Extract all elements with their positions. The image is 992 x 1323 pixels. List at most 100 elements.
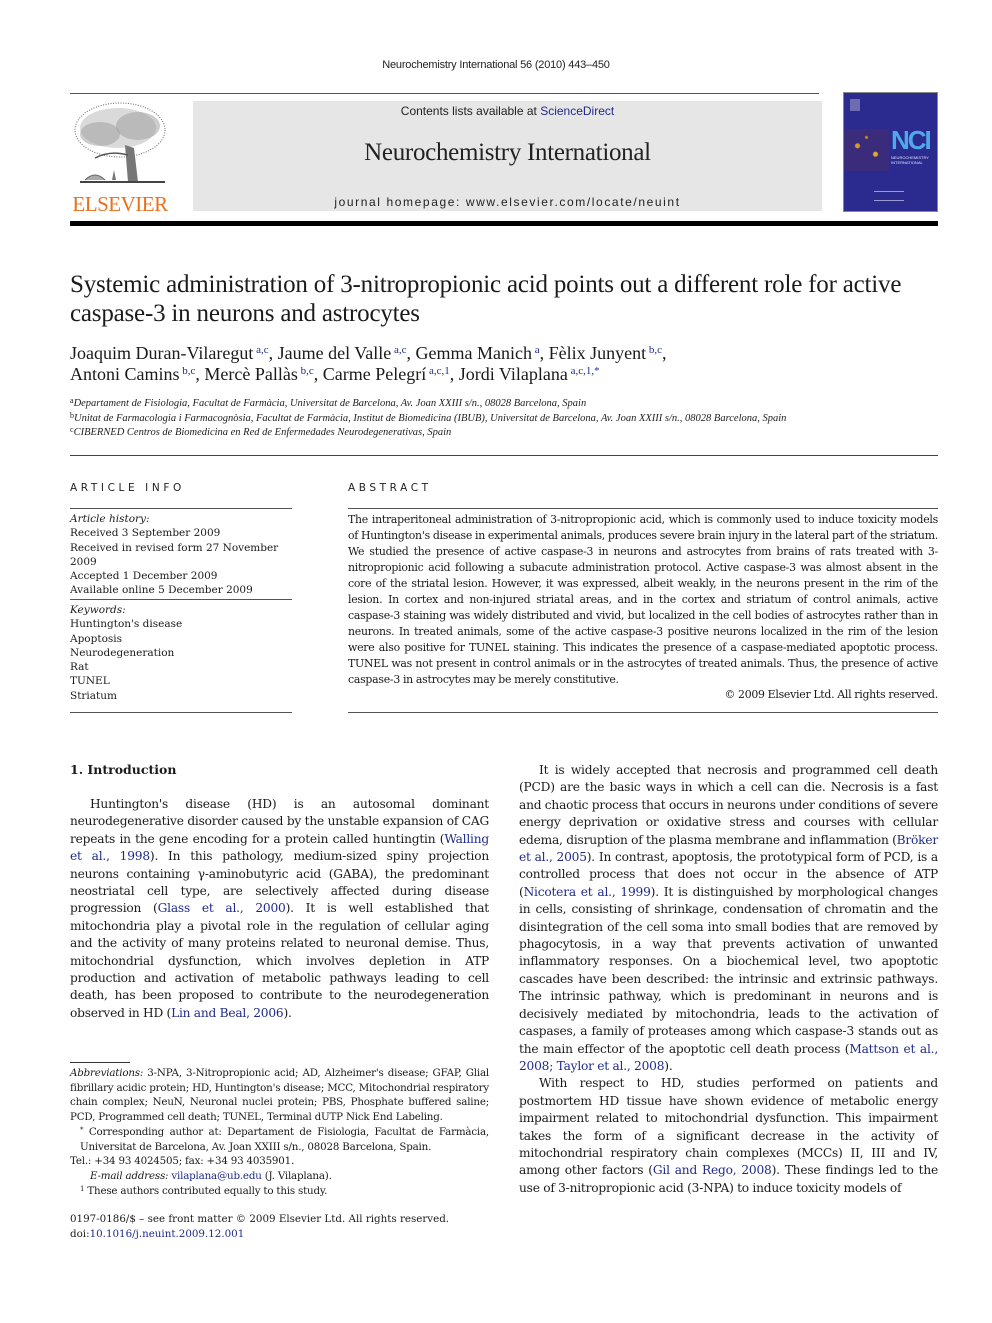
author-separator: , (406, 343, 416, 363)
author-list: Joaquim Duran-Vilaregut a,c, Jaume del V… (70, 343, 930, 385)
journal-masthead: Contents lists available at ScienceDirec… (193, 101, 822, 211)
citation-link[interactable]: Gil and Rego, 2008 (653, 1163, 772, 1177)
keywords: Keywords: Huntington's disease Apoptosis… (70, 603, 292, 703)
author-name: Mercè Pallàs (204, 364, 298, 384)
equal-text: These authors contributed equally to thi… (87, 1184, 328, 1197)
footnote-abbreviations: Abbreviations: 3-NPA, 3-Nitropropionic a… (70, 1066, 489, 1125)
keyword-item: Neurodegeneration (70, 646, 175, 659)
author-separator: , (268, 343, 278, 363)
author-name: Antoni Camins (70, 364, 180, 384)
divider (348, 508, 938, 509)
author-affiliation-marks[interactable]: b,c (646, 344, 662, 356)
author-separator: , (449, 364, 459, 384)
author-affiliation-marks[interactable]: b,c (180, 365, 195, 377)
footnotes: Abbreviations: 3-NPA, 3-Nitropropionic a… (70, 1066, 489, 1198)
cover-acronym: NCI (891, 125, 932, 155)
author-separator: , (539, 343, 549, 363)
footnote-contact: Tel.: +34 93 4024505; fax: +34 93 403590… (70, 1155, 295, 1168)
abstract-paragraph: The intraperitoneal administration of 3-… (348, 513, 938, 686)
author-separator: , (313, 364, 323, 384)
cover-micrograph-image (844, 129, 889, 171)
body-column-right: It is widely accepted that necrosis and … (519, 762, 938, 1197)
abstract-body: The intraperitoneal administration of 3-… (348, 512, 938, 703)
author-affiliation-marks[interactable]: a,c (391, 344, 407, 356)
affiliation-text: Unitat de Farmacologia i Farmacognòsia, … (74, 412, 787, 424)
history-online: Available online 5 December 2009 (70, 584, 253, 597)
journal-cover-thumbnail[interactable]: NCI NEUROCHEMISTRY INTERNATIONAL (843, 92, 938, 212)
keyword-item: Huntington's disease (70, 618, 183, 631)
email-link[interactable]: vilaplana@ub.edu (171, 1170, 261, 1182)
abbreviations-label: Abbreviations: (70, 1067, 144, 1079)
cover-publisher-icon (850, 99, 860, 111)
footnote-email: E-mail address: vilaplana@ub.edu (J. Vil… (70, 1169, 489, 1184)
body-text: Huntington's disease (HD) is an autosoma… (70, 797, 489, 846)
cover-subtitle: NEUROCHEMISTRY INTERNATIONAL (891, 155, 929, 165)
history-received: Received 3 September 2009 (70, 527, 221, 540)
divider (348, 712, 938, 713)
header-divider (70, 93, 819, 94)
citation-link[interactable]: Lin and Beal, 2006 (171, 1006, 284, 1020)
running-header: Neurochemistry International 56 (2010) 4… (382, 59, 610, 71)
author-affiliation-marks[interactable]: a,c,1,* (568, 365, 600, 377)
body-paragraph: With respect to HD, studies performed on… (519, 1075, 938, 1197)
article-info-heading: ARTICLE INFO (70, 482, 185, 494)
keyword-item: TUNEL (70, 675, 110, 688)
footnote-corresponding: * Corresponding author at: Departament d… (70, 1125, 489, 1154)
affiliation-divider (70, 455, 938, 456)
affiliation-a: aDepartament de Fisiologia, Facultat de … (70, 397, 930, 412)
author-separator: , (662, 343, 667, 363)
abstract-heading: ABSTRACT (348, 482, 432, 494)
author-name: Joaquim Duran-Vilaregut (70, 343, 254, 363)
cover-footer (874, 191, 904, 201)
affiliation-b: bUnitat de Farmacologia i Farmacognòsia,… (70, 411, 930, 427)
journal-homepage-link[interactable]: journal homepage: www.elsevier.com/locat… (193, 195, 822, 209)
citation-link[interactable]: Nicotera et al., 1999 (524, 885, 651, 899)
affiliation-text: Departament de Fisiologia, Facultat de F… (73, 398, 587, 409)
doi-line: doi:10.1016/j.neuint.2009.12.001 (70, 1227, 510, 1242)
author-affiliation-marks[interactable]: a,c (253, 344, 269, 356)
elsevier-wordmark: ELSEVIER (72, 192, 168, 216)
author-affiliation-marks[interactable]: b,c (298, 365, 314, 377)
keyword-item: Apoptosis (70, 632, 123, 645)
divider (70, 508, 292, 509)
doi-prefix: doi: (70, 1227, 90, 1240)
footnote-divider (70, 1062, 130, 1063)
author-name: Jaume del Valle (277, 343, 392, 363)
elsevier-tree-icon (74, 102, 166, 183)
contents-prefix: Contents lists available at (400, 104, 541, 118)
keywords-label: Keywords: (70, 604, 126, 616)
author-name: Carme Pelegrí (322, 364, 427, 384)
affiliations: aDepartament de Fisiologia, Facultat de … (70, 397, 930, 441)
author-name: Jordi Vilaplana (458, 364, 568, 384)
history-label: Article history: (70, 513, 150, 525)
history-accepted: Accepted 1 December 2009 (70, 570, 218, 583)
body-paragraph: It is widely accepted that necrosis and … (519, 762, 938, 1075)
issn-line: 0197-0186/$ – see front matter © 2009 El… (70, 1213, 450, 1225)
keyword-item: Rat (70, 661, 89, 674)
body-text: It is widely accepted that necrosis and … (519, 763, 938, 847)
email-suffix: (J. Vilaplana). (261, 1169, 332, 1182)
body-paragraph: Huntington's disease (HD) is an autosoma… (70, 796, 489, 1022)
header-thick-rule (70, 221, 938, 226)
affiliation-text: CIBERNED Centros de Biomedicina en Red d… (73, 427, 452, 438)
affiliation-c: cCIBERNED Centros de Biomedicina en Red … (70, 426, 930, 441)
author-affiliation-marks[interactable]: a,c,1 (426, 365, 450, 377)
corresponding-mark: * (80, 1125, 84, 1134)
footnote-equal-contribution: 1 These authors contributed equally to t… (70, 1184, 489, 1199)
sciencedirect-link[interactable]: ScienceDirect (540, 104, 614, 118)
elsevier-logo[interactable]: ELSEVIER (70, 100, 170, 215)
body-column-left: Huntington's disease (HD) is an autosoma… (70, 796, 489, 1022)
journal-title: Neurochemistry International (364, 139, 651, 166)
contents-line: Contents lists available at ScienceDirec… (193, 104, 822, 118)
article-title: Systemic administration of 3-nitropropio… (70, 271, 902, 327)
author-name: Fèlix Junyent (548, 343, 647, 363)
abstract-copyright: © 2009 Elsevier Ltd. All rights reserved… (724, 688, 938, 702)
author-affiliation-marks[interactable]: a (532, 344, 540, 356)
divider (70, 599, 292, 600)
corresponding-text: Corresponding author at: Departament de … (80, 1125, 489, 1153)
section-heading-introduction: 1. Introduction (70, 762, 177, 777)
equal-mark: 1 (80, 1184, 85, 1193)
doi-link[interactable]: 10.1016/j.neuint.2009.12.001 (90, 1228, 245, 1240)
citation-link[interactable]: Glass et al., 2000 (158, 901, 286, 915)
body-text: ). (283, 1005, 292, 1020)
